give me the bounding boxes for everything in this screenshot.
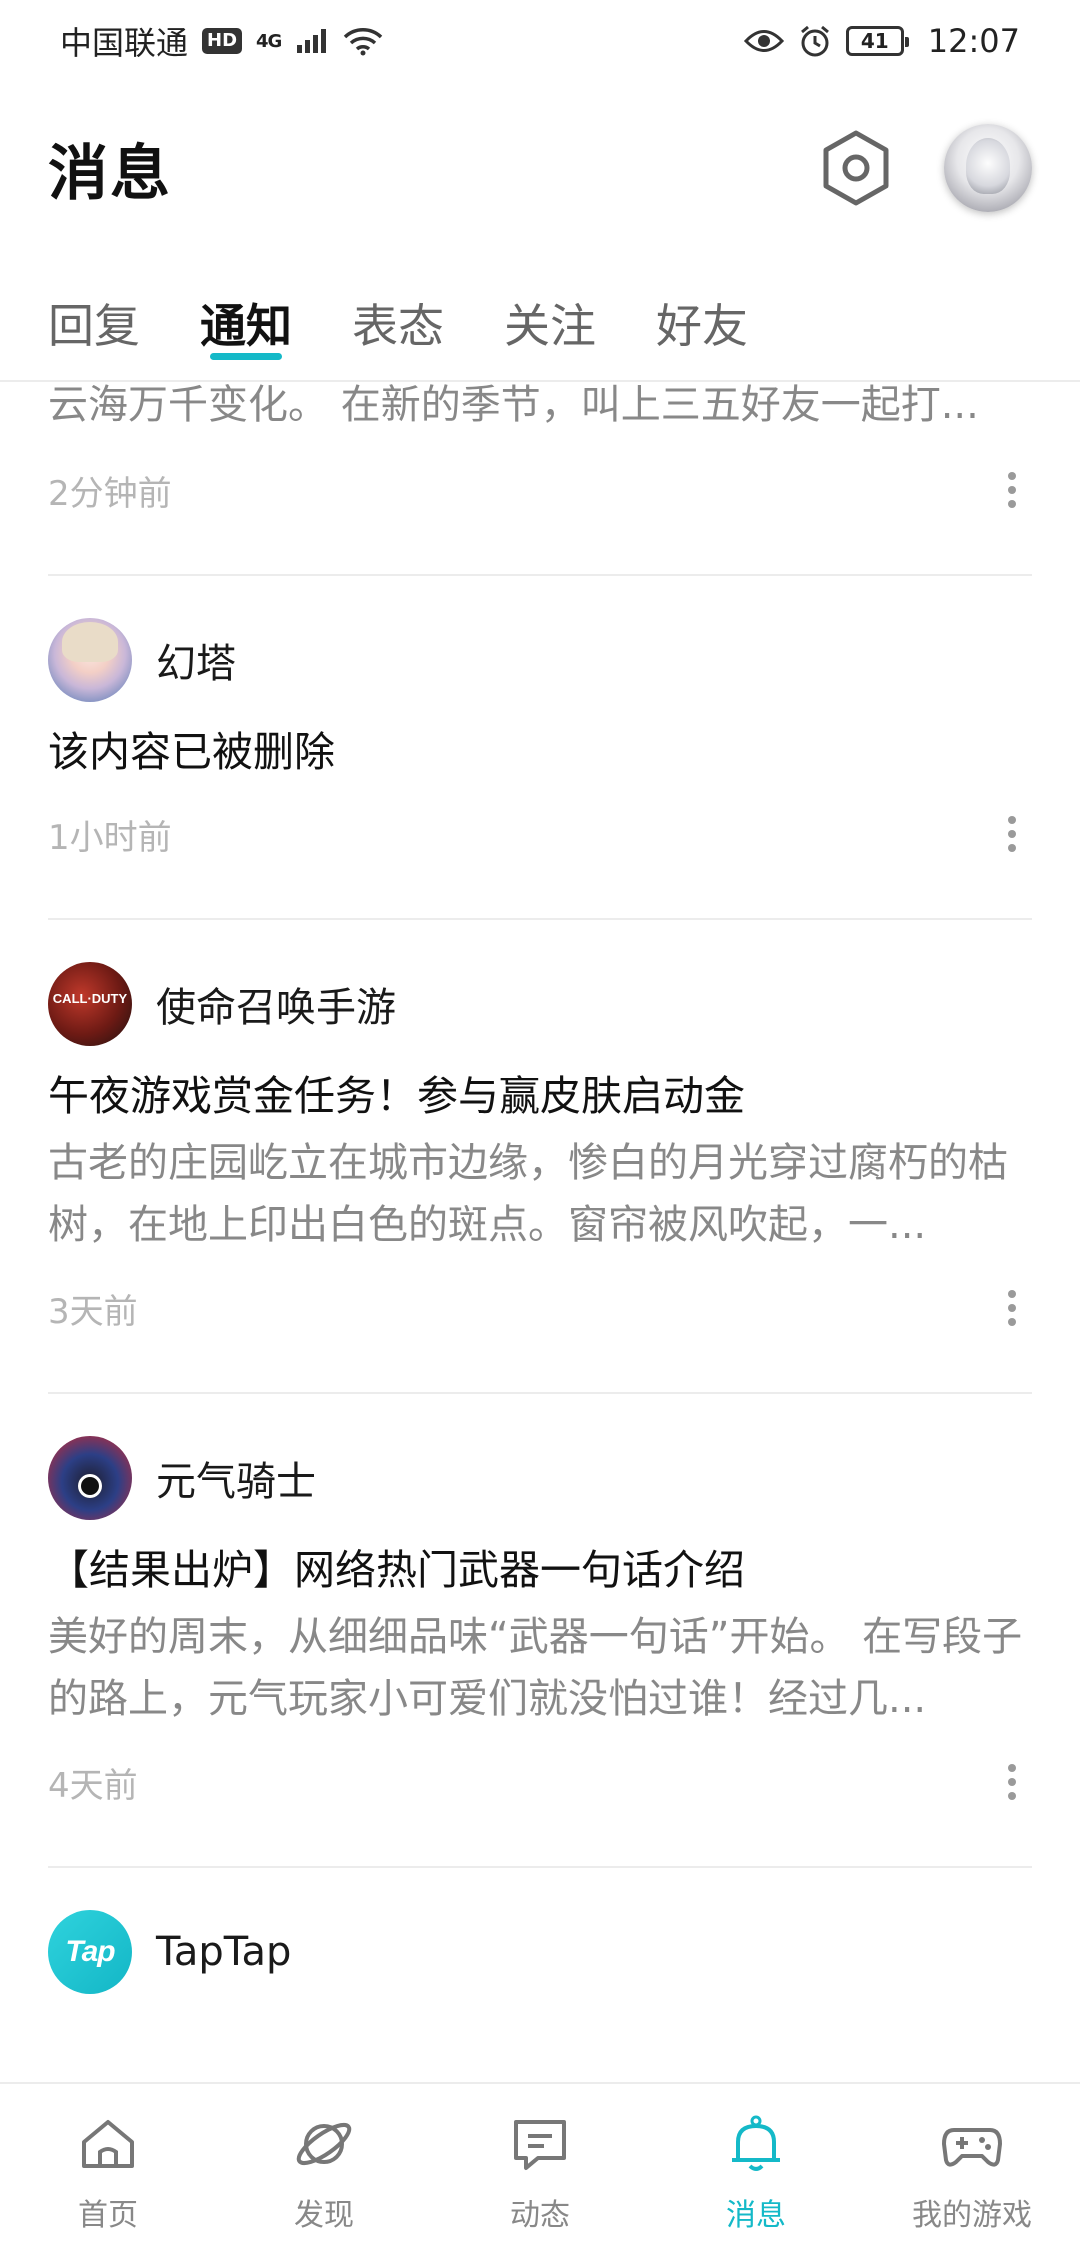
alarm-icon (800, 25, 829, 57)
feed-inner: 云海万千变化。 在新的季节，叫上三五好友一起打... 2分钟前 幻塔 该内容已被… (0, 384, 1080, 1996)
network-type: 4G (256, 30, 282, 52)
notification-item[interactable]: CALL·DUTY 使命召唤手游 午夜游戏赏金任务！参与赢皮肤启动金 古老的庄园… (48, 960, 1032, 1394)
notification-item[interactable]: 元气骑士 【结果出炉】网络热门武器一句话介绍 美好的周末，从细细品味“武器一句话… (48, 1434, 1032, 1868)
item-title: 午夜游戏赏金任务！参与赢皮肤启动金 (48, 1072, 745, 1120)
more-options-icon[interactable] (992, 460, 1032, 520)
nav-label: 我的游戏 (912, 2198, 1032, 2233)
nav-discover[interactable]: 发现 (224, 2084, 424, 2234)
item-source-name[interactable]: 使命召唤手游 (156, 975, 396, 1033)
item-title: 该内容已被删除 (48, 728, 335, 776)
item-footer: 3天前 (48, 1278, 1032, 1338)
item-header: Tap TapTap (48, 1908, 1032, 1996)
wifi-icon (344, 28, 383, 56)
tab-notice[interactable]: 通知 (200, 272, 292, 382)
item-footer: 2分钟前 (48, 460, 1032, 520)
tab-reply[interactable]: 回复 (48, 272, 140, 382)
nav-label: 发现 (294, 2198, 354, 2233)
item-time: 3天前 (48, 1291, 138, 1332)
item-body: 古老的庄园屹立在城市边缘，惨白的月光穿过腐朽的枯树，在地上印出白色的斑点。窗帘被… (48, 1140, 1008, 1248)
nav-feed[interactable]: 动态 (440, 2084, 640, 2234)
my-avatar[interactable] (944, 124, 1032, 212)
home-icon (82, 2120, 134, 2168)
taptap-logo-text: Tap (65, 1935, 115, 1968)
notification-item[interactable]: 幻塔 该内容已被删除 1小时前 (48, 616, 1032, 920)
tab-label: 好友 (656, 299, 748, 353)
bell-icon (732, 2115, 780, 2171)
more-options-icon[interactable] (992, 1278, 1032, 1338)
header-actions (818, 124, 1032, 212)
item-time: 2分钟前 (48, 473, 172, 514)
tab-reaction[interactable]: 表态 (352, 272, 444, 382)
nav-my-games[interactable]: 我的游戏 (872, 2084, 1072, 2234)
item-source-name[interactable]: 元气骑士 (156, 1449, 316, 1507)
more-options-icon[interactable] (992, 1752, 1032, 1812)
item-body: 美好的周末，从细细品味“武器一句话”开始。 在写段子的路上，元气玩家小可爱们就没… (48, 1614, 1023, 1722)
bottom-nav: 首页 发现 动态 消息 我的游戏 (0, 2082, 1080, 2244)
header: 消息 (0, 100, 1080, 236)
clock: 12:07 (927, 22, 1020, 60)
item-header: 幻塔 (48, 616, 1032, 704)
nav-label: 消息 (726, 2198, 786, 2233)
signal-icon (297, 29, 327, 53)
item-body: 云海万千变化。 在新的季节，叫上三五好友一起打... (48, 384, 979, 428)
nav-messages[interactable]: 消息 (656, 2084, 856, 2234)
message-screen: 中国联通 HD 4G 41 12:07 消息 回复 通知 表态 关注 好友 云海… (0, 0, 1080, 2244)
item-title: 【结果出炉】网络热门武器一句话介绍 (48, 1546, 745, 1594)
item-source-name[interactable]: 幻塔 (156, 631, 236, 689)
hexagon-settings-icon (823, 130, 889, 206)
tab-follow[interactable]: 关注 (504, 272, 596, 382)
avatar-logo-text: CALL·DUTY (52, 991, 128, 1006)
item-time: 1小时前 (48, 817, 172, 858)
status-right: 41 12:07 (743, 22, 1020, 60)
notification-item-partial[interactable]: 云海万千变化。 在新的季节，叫上三五好友一起打... 2分钟前 (48, 384, 1032, 576)
notification-item[interactable]: Tap TapTap (48, 1908, 1032, 1996)
item-header: CALL·DUTY 使命召唤手游 (48, 960, 1032, 1048)
eye-icon (743, 30, 784, 52)
gamepad-icon (942, 2128, 1002, 2167)
nav-label: 首页 (78, 2198, 138, 2233)
carrier-label: 中国联通 (60, 24, 189, 62)
status-left: 中国联通 HD 4G (60, 18, 383, 64)
item-footer: 4天前 (48, 1752, 1032, 1812)
nav-label: 动态 (510, 2198, 570, 2233)
item-header: 元气骑士 (48, 1434, 1032, 1522)
active-tab-indicator (210, 353, 282, 360)
tab-label: 关注 (504, 299, 596, 353)
tab-label: 表态 (352, 299, 444, 353)
item-time: 4天前 (48, 1765, 138, 1806)
game-avatar[interactable] (48, 1436, 132, 1520)
item-source-name[interactable]: TapTap (156, 1929, 291, 1975)
settings-button[interactable] (818, 128, 894, 208)
tab-label: 通知 (200, 299, 292, 353)
chat-bubble-icon (514, 2120, 566, 2170)
game-avatar[interactable] (48, 618, 132, 702)
hd-badge: HD (202, 28, 243, 54)
game-avatar[interactable]: CALL·DUTY (48, 962, 132, 1046)
discover-planet-icon (296, 2122, 352, 2166)
tab-bar: 回复 通知 表态 关注 好友 (0, 272, 1080, 382)
battery-indicator: 41 (845, 26, 909, 56)
tab-friends[interactable]: 好友 (656, 272, 748, 382)
notification-feed[interactable]: 云海万千变化。 在新的季节，叫上三五好友一起打... 2分钟前 幻塔 该内容已被… (0, 384, 1080, 2084)
item-footer: 1小时前 (48, 804, 1032, 864)
page-title: 消息 (48, 138, 172, 209)
tab-label: 回复 (48, 299, 140, 353)
taptap-avatar[interactable]: Tap (48, 1910, 132, 1994)
more-options-icon[interactable] (992, 804, 1032, 864)
status-bar: 中国联通 HD 4G 41 12:07 (0, 0, 1080, 82)
nav-home[interactable]: 首页 (8, 2084, 208, 2234)
